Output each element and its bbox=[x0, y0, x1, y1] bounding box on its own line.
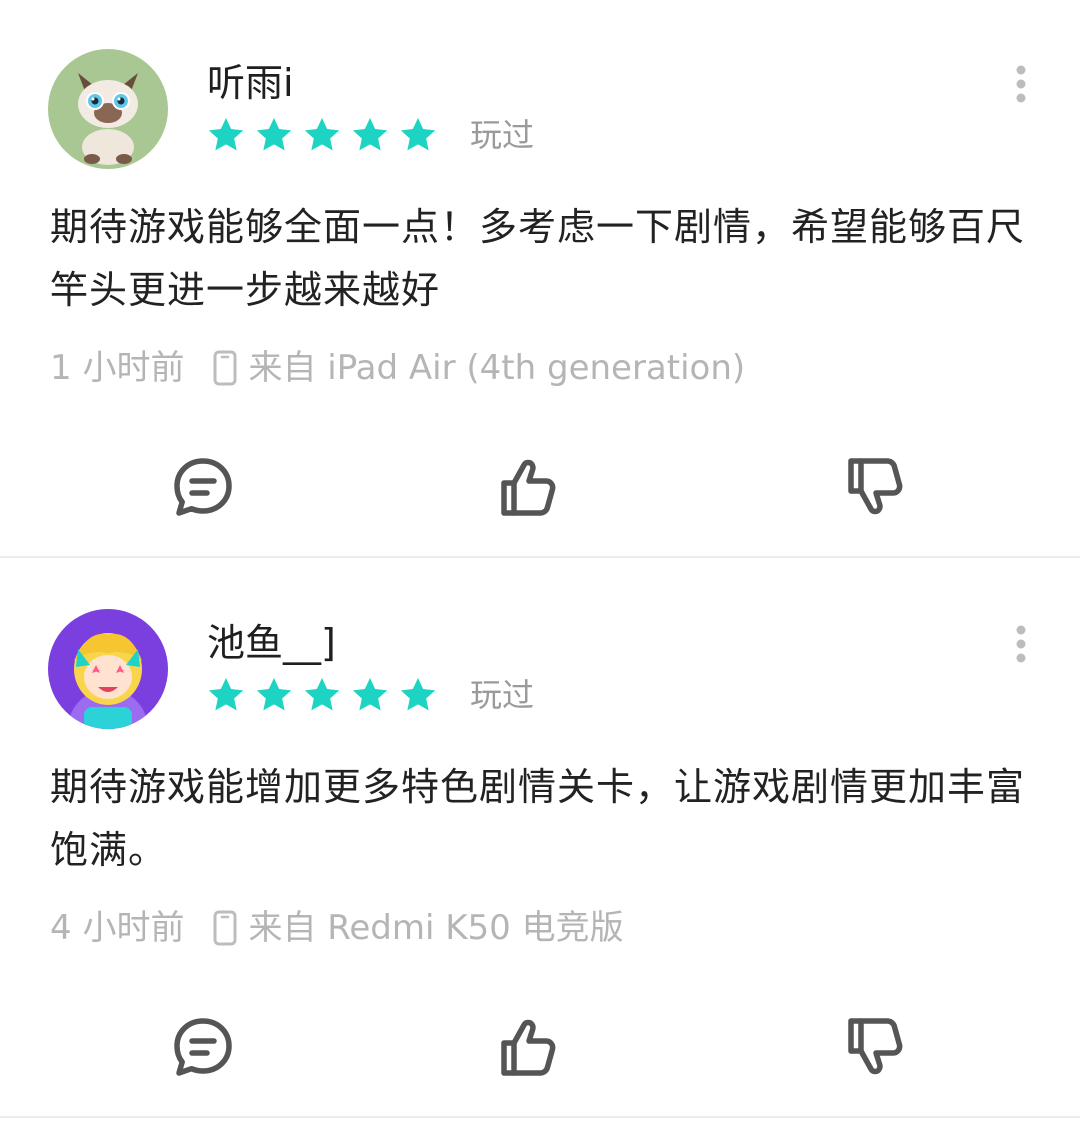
device-icon bbox=[213, 350, 237, 386]
played-label: 玩过 bbox=[470, 676, 535, 714]
like-button[interactable] bbox=[495, 452, 565, 522]
dislike-button[interactable] bbox=[842, 452, 912, 522]
like-button[interactable] bbox=[495, 1012, 565, 1082]
review-time: 1 小时前 bbox=[50, 348, 185, 388]
star-rating bbox=[206, 675, 438, 715]
star-icon bbox=[352, 678, 388, 711]
comment-icon bbox=[174, 1018, 232, 1076]
thumbs-up-icon bbox=[501, 1019, 556, 1076]
username[interactable]: 池鱼__] bbox=[207, 620, 336, 666]
star-icon bbox=[208, 118, 244, 151]
star-icon bbox=[208, 678, 244, 711]
review-card: 听雨i 玩过 期待游戏能够全面一点！多考虑一下剧情，希望能够百尺竿头更进一步越来… bbox=[0, 0, 1080, 558]
username[interactable]: 听雨i bbox=[207, 60, 294, 106]
review-meta: 1 小时前 来自 iPad Air (4th generation) bbox=[50, 345, 745, 391]
star-icon bbox=[400, 118, 436, 151]
star-icon bbox=[352, 118, 388, 151]
star-icon bbox=[304, 118, 340, 151]
review-time: 4 小时前 bbox=[50, 908, 185, 948]
comment-button[interactable] bbox=[168, 1012, 238, 1082]
review-actions bbox=[0, 452, 1080, 522]
device-icon bbox=[213, 910, 237, 946]
dislike-button[interactable] bbox=[842, 1012, 912, 1082]
anime-girl-avatar-icon[interactable] bbox=[48, 609, 168, 729]
comment-button[interactable] bbox=[168, 452, 238, 522]
star-icon bbox=[304, 678, 340, 711]
review-text: 期待游戏能增加更多特色剧情关卡，让游戏剧情更加丰富饱满。 bbox=[50, 765, 1026, 872]
star-icon bbox=[400, 678, 436, 711]
star-icon bbox=[256, 678, 292, 711]
review-actions bbox=[0, 1012, 1080, 1082]
review-device: 来自 Redmi K50 电竞版 bbox=[248, 908, 624, 948]
review-meta: 4 小时前 来自 Redmi K50 电竞版 bbox=[50, 905, 624, 951]
star-rating bbox=[206, 115, 438, 155]
more-vertical-icon[interactable] bbox=[1005, 64, 1037, 104]
star-icon bbox=[256, 118, 292, 151]
cat-avatar-icon[interactable] bbox=[48, 49, 168, 169]
played-label: 玩过 bbox=[470, 116, 535, 154]
thumbs-down-icon bbox=[848, 1018, 903, 1075]
more-vertical-icon[interactable] bbox=[1005, 624, 1037, 664]
comment-icon bbox=[174, 458, 232, 516]
review-device: 来自 iPad Air (4th generation) bbox=[248, 348, 746, 388]
review-text: 期待游戏能够全面一点！多考虑一下剧情，希望能够百尺竿头更进一步越来越好 bbox=[50, 205, 1026, 312]
thumbs-up-icon bbox=[501, 459, 556, 516]
thumbs-down-icon bbox=[848, 458, 903, 515]
review-card: 池鱼__] 玩过 期待游戏能增加更多特色剧情关卡，让游戏剧情更加丰富饱满。 4 … bbox=[0, 560, 1080, 1118]
